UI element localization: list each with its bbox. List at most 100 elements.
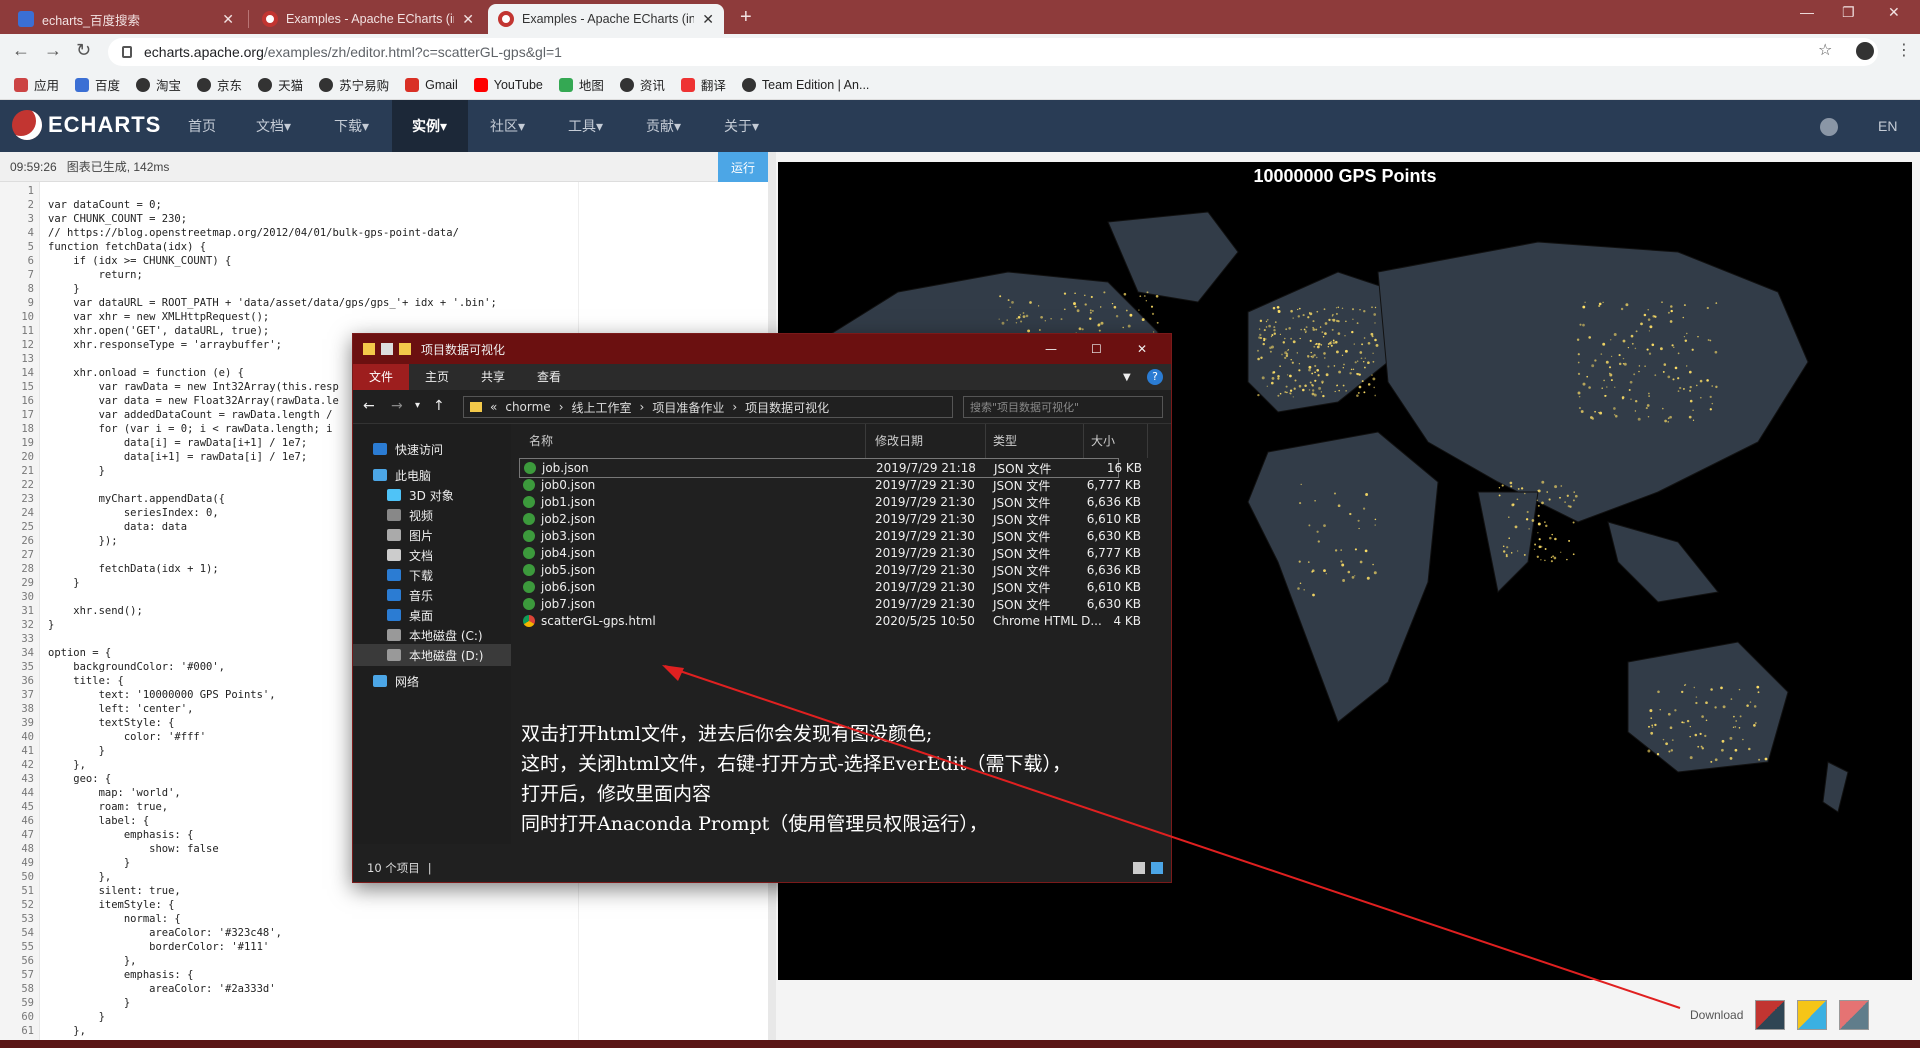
download-label[interactable]: Download	[1690, 1008, 1743, 1022]
nav-quick-access[interactable]: 快速访问	[373, 438, 443, 460]
close-icon[interactable]: ✕	[702, 11, 714, 28]
column-type[interactable]: 类型	[993, 432, 1017, 449]
ribbon-tab-view[interactable]: 查看	[521, 364, 577, 390]
nav-pictures[interactable]: 图片	[387, 524, 433, 546]
properties-icon[interactable]	[381, 343, 393, 355]
breadcrumb-item[interactable]: chorme	[505, 400, 550, 414]
nav-drive-c[interactable]: 本地磁盘 (C:)	[387, 624, 483, 646]
explorer-search-input[interactable]: 搜索"项目数据可视化"	[963, 396, 1163, 418]
close-window-icon[interactable]: ✕	[1888, 4, 1900, 21]
nav-about[interactable]: 关于▾	[704, 100, 779, 152]
back-icon[interactable]: ←	[363, 398, 375, 414]
address-bar[interactable]: echarts.apache.org/examples/zh/editor.ht…	[108, 38, 1878, 66]
nav-tools[interactable]: 工具▾	[548, 100, 623, 152]
nav-3d-objects[interactable]: 3D 对象	[387, 484, 454, 506]
bookmark-team-edition[interactable]: Team Edition | An...	[741, 77, 869, 92]
nav-examples[interactable]: 实例▾	[392, 100, 468, 152]
star-icon[interactable]: ☆	[1818, 40, 1832, 60]
new-folder-icon[interactable]	[399, 343, 411, 355]
bookmark-maps[interactable]: 地图	[558, 75, 604, 94]
chevron-down-icon[interactable]: ▼	[1123, 372, 1131, 383]
column-divider[interactable]	[1147, 424, 1148, 458]
nav-download[interactable]: 下载▾	[314, 100, 389, 152]
back-icon[interactable]: ←	[12, 40, 30, 61]
maximize-icon[interactable]: ☐	[1091, 342, 1102, 356]
gps-point	[1282, 341, 1286, 344]
column-divider[interactable]	[865, 424, 866, 458]
nav-downloads[interactable]: 下载	[387, 564, 433, 586]
nav-drive-d[interactable]: 本地磁盘 (D:)	[353, 644, 511, 666]
theme-grey-swatch[interactable]	[1839, 1000, 1870, 1030]
language-switch[interactable]: EN	[1878, 118, 1897, 134]
bookmark-baidu[interactable]: 百度	[75, 75, 120, 94]
ribbon-tab-file[interactable]: 文件	[353, 364, 410, 390]
column-size[interactable]: 大小	[1091, 432, 1115, 449]
maximize-icon[interactable]: ❐	[1842, 4, 1855, 21]
bookmark-taobao[interactable]: 淘宝	[136, 75, 181, 94]
breadcrumb-overflow-icon[interactable]: «	[490, 400, 497, 414]
help-icon[interactable]: ?	[1147, 369, 1163, 385]
theme-red-swatch[interactable]	[1755, 1000, 1786, 1030]
ribbon-tab-home[interactable]: 主页	[409, 364, 465, 390]
gps-point	[1618, 362, 1622, 366]
profile-icon[interactable]	[1856, 42, 1874, 60]
gps-point	[1307, 316, 1310, 319]
close-icon[interactable]: ✕	[462, 11, 474, 28]
gps-point	[1509, 481, 1513, 485]
nav-videos[interactable]: 视频	[387, 504, 433, 526]
tiles-view-icon[interactable]	[1151, 862, 1163, 874]
nav-documents[interactable]: 文档	[387, 544, 433, 566]
nav-docs[interactable]: 文档▾	[236, 100, 311, 152]
nav-desktop[interactable]: 桌面	[387, 604, 433, 626]
explorer-address-bar[interactable]: « chorme › 线上工作室 › 项目准备作业 › 项目数据可视化	[463, 396, 953, 418]
nav-music[interactable]: 音乐	[387, 584, 433, 606]
minimize-icon[interactable]: —	[1045, 342, 1057, 356]
bookmark-jd[interactable]: 京东	[197, 75, 242, 94]
gps-point	[1715, 302, 1718, 304]
menu-icon[interactable]: ⋮	[1896, 40, 1912, 60]
nav-home[interactable]: 首页	[168, 100, 236, 152]
bookmark-youtube[interactable]: YouTube	[473, 77, 543, 92]
breadcrumb-item[interactable]: 线上工作室	[572, 399, 632, 416]
forward-icon[interactable]: →	[44, 40, 62, 61]
bookmark-news[interactable]: 资讯	[619, 75, 665, 94]
theme-yellow-swatch[interactable]	[1797, 1000, 1828, 1030]
bookmark-tmall[interactable]: 天猫	[258, 75, 303, 94]
run-button[interactable]: 运行	[718, 152, 768, 182]
recent-icon[interactable]: ▾	[415, 400, 420, 411]
forward-icon[interactable]: →	[391, 398, 403, 414]
new-tab-icon[interactable]: +	[740, 6, 752, 29]
nav-this-pc[interactable]: 此电脑	[373, 464, 431, 486]
gps-point	[1335, 340, 1338, 344]
gps-point	[1550, 556, 1553, 559]
bookmark-translate[interactable]: 翻译	[680, 75, 726, 94]
close-icon[interactable]: ✕	[222, 11, 234, 28]
nav-community[interactable]: 社区▾	[470, 100, 545, 152]
bookmark-suning[interactable]: 苏宁易购	[319, 75, 389, 94]
bookmark-gmail[interactable]: Gmail	[405, 77, 458, 92]
column-date[interactable]: 修改日期	[875, 432, 923, 449]
column-divider[interactable]	[985, 424, 986, 458]
tab-echarts-1[interactable]: Examples - Apache ECharts (in ✕	[252, 4, 484, 34]
nav-contribute[interactable]: 贡献▾	[626, 100, 701, 152]
up-icon[interactable]: ↑	[433, 398, 445, 414]
echarts-logo[interactable]: ECHARTS	[12, 110, 161, 140]
reload-icon[interactable]: ↻	[76, 40, 91, 61]
github-icon[interactable]	[1820, 118, 1838, 136]
breadcrumb-item[interactable]: 项目准备作业	[652, 399, 724, 416]
minimize-icon[interactable]: —	[1800, 4, 1814, 20]
tab-echarts-2[interactable]: Examples - Apache ECharts (in ✕	[488, 4, 724, 34]
explorer-titlebar[interactable]: 项目数据可视化 — ☐ ✕	[353, 334, 1171, 364]
column-divider[interactable]	[1083, 424, 1084, 458]
file-explorer-window[interactable]: 项目数据可视化 — ☐ ✕ 文件 主页 共享 查看 ▼ ? ← → ▾ ↑ « …	[352, 333, 1172, 883]
ribbon-tab-share[interactable]: 共享	[465, 364, 521, 390]
breadcrumb-item[interactable]: 项目数据可视化	[745, 399, 829, 416]
gps-point	[1667, 311, 1670, 314]
file-row[interactable]: scatterGL-gps.html 2020/5/25 10:50 Chrome …	[519, 611, 1141, 631]
tab-baidu[interactable]: echarts_百度搜索 ✕	[8, 4, 244, 34]
details-view-icon[interactable]	[1133, 862, 1145, 874]
column-name[interactable]: 名称	[529, 432, 553, 449]
close-icon[interactable]: ✕	[1137, 342, 1147, 356]
bookmark-apps[interactable]: 应用	[14, 75, 59, 94]
nav-network[interactable]: 网络	[373, 670, 419, 692]
